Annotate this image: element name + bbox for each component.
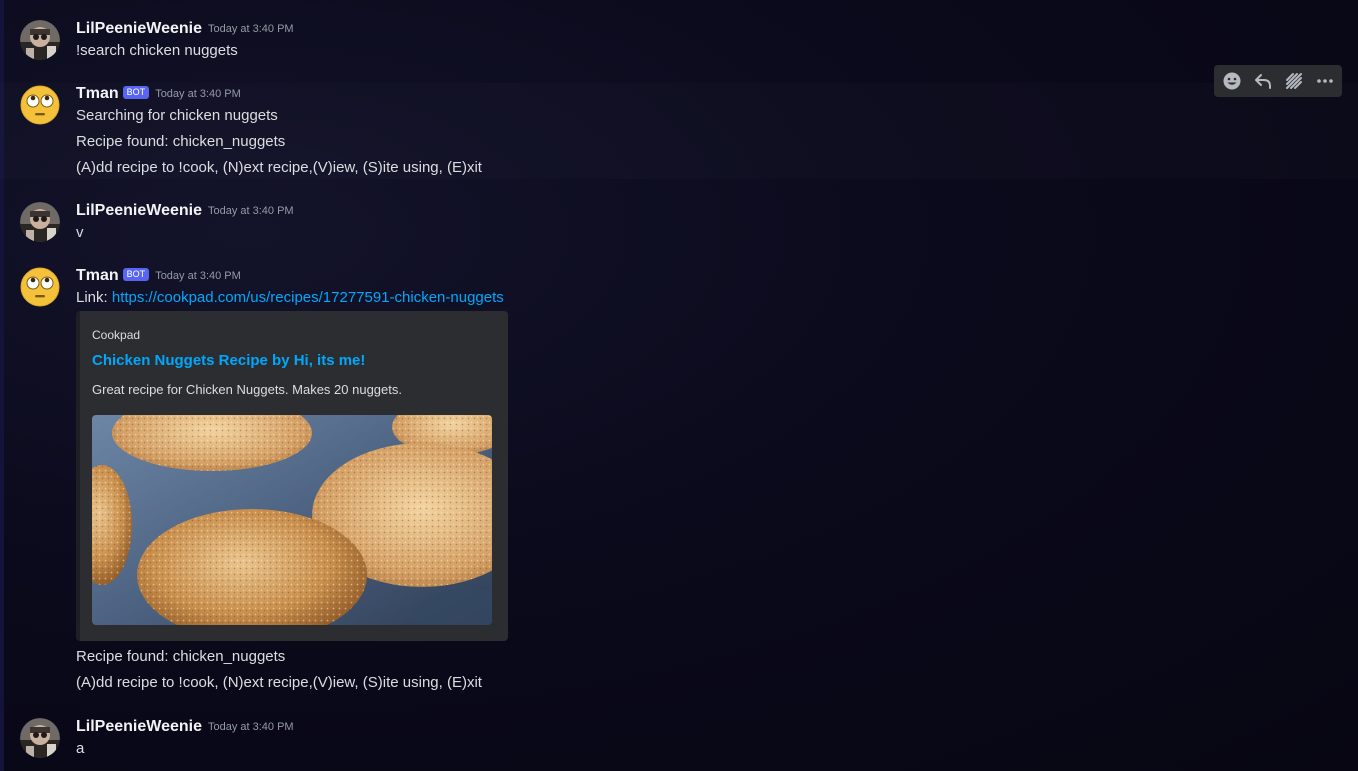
message: LilPeenieWeenie Today at 3:40 PM a: [0, 716, 1358, 762]
message-text: Recipe found: chicken_nuggets: [76, 648, 286, 665]
username[interactable]: LilPeenieWeenie: [76, 202, 202, 219]
username[interactable]: LilPeenieWeenie: [76, 718, 202, 735]
timestamp: Today at 3:40 PM: [207, 23, 294, 35]
message-text: !search chicken nuggets: [76, 42, 238, 59]
bot-tag: BOT: [122, 85, 150, 99]
timestamp: Today at 3:40 PM: [207, 205, 294, 217]
message: LilPeenieWeenie Today at 3:40 PM v: [0, 200, 1358, 246]
timestamp: Today at 3:40 PM: [155, 88, 241, 100]
bot-tag: BOT: [122, 267, 150, 281]
message-list: LilPeenieWeenie Today at 3:40 PM !search …: [0, 0, 1358, 771]
message: Tman BOT Today at 3:40 PM Searching for ch…: [0, 83, 1358, 179]
message-text: Searching for chicken nuggets: [76, 107, 278, 124]
message: LilPeenieWeenie Today at 3:40 PM !search …: [0, 18, 1358, 64]
link-embed: Cookpad Chicken Nuggets Recipe by Hi, it…: [76, 311, 508, 641]
message-text: Recipe found: chicken_nuggets: [76, 133, 286, 150]
bot-avatar[interactable]: [20, 85, 60, 125]
message-text: v: [76, 224, 84, 241]
user-avatar[interactable]: [20, 202, 60, 242]
create-thread-icon[interactable]: [1280, 67, 1308, 95]
embed-image[interactable]: [92, 415, 492, 625]
message-text: (A)dd recipe to !cook, (N)ext recipe,(V)…: [76, 159, 482, 176]
message-text: (A)dd recipe to !cook, (N)ext recipe,(V)…: [76, 674, 482, 691]
link-prefix: Link:: [76, 289, 112, 306]
timestamp: Today at 3:40 PM: [155, 270, 241, 282]
add-reaction-icon[interactable]: [1218, 67, 1246, 95]
reply-icon[interactable]: [1249, 67, 1277, 95]
recipe-link[interactable]: https://cookpad.com/us/recipes/17277591-…: [112, 289, 504, 306]
message-actions-toolbar: [1214, 65, 1342, 97]
user-avatar[interactable]: [20, 718, 60, 758]
embed-description: Great recipe for Chicken Nuggets. Makes …: [92, 382, 402, 397]
user-avatar[interactable]: [20, 20, 60, 60]
username[interactable]: Tman: [76, 267, 119, 284]
more-options-icon[interactable]: [1311, 67, 1339, 95]
message-text: a: [76, 740, 85, 757]
embed-title[interactable]: Chicken Nuggets Recipe by Hi, its me!: [92, 352, 365, 369]
username[interactable]: LilPeenieWeenie: [76, 20, 202, 37]
message-text: Link: https://cookpad.com/us/recipes/172…: [76, 287, 1338, 309]
username[interactable]: Tman: [76, 85, 119, 102]
bot-avatar[interactable]: [20, 267, 60, 307]
timestamp: Today at 3:40 PM: [207, 721, 294, 733]
embed-provider[interactable]: Cookpad: [92, 328, 140, 342]
message-continuation: Recipe found: chicken_nuggets (A)dd reci…: [0, 646, 1358, 694]
